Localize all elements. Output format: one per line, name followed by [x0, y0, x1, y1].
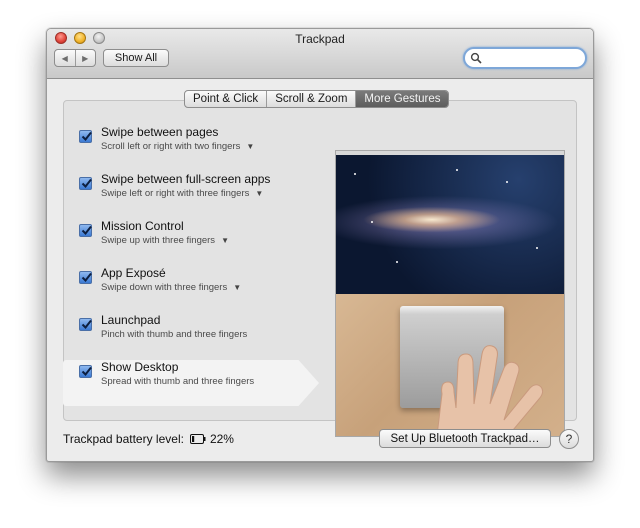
- search-icon: [470, 52, 482, 64]
- checkmark-icon: [81, 319, 92, 330]
- gesture-checkbox[interactable]: [79, 130, 92, 143]
- chevron-down-icon: ▼: [221, 236, 229, 245]
- forward-arrow-icon: ▶: [82, 53, 89, 63]
- gesture-title: Show Desktop: [101, 360, 179, 374]
- gesture-option-popup[interactable]: Swipe up with three fingers ▼: [101, 235, 229, 246]
- gesture-checkbox[interactable]: [79, 318, 92, 331]
- checkmark-icon: [81, 272, 92, 283]
- gesture-title: Mission Control: [101, 219, 184, 233]
- gesture-option-popup[interactable]: Swipe left or right with three fingers ▼: [101, 188, 263, 199]
- desktop-preview-image: [336, 151, 564, 294]
- battery-percent: 22%: [209, 432, 234, 446]
- show-all-button[interactable]: Show All: [103, 49, 169, 67]
- search-field[interactable]: [463, 47, 587, 69]
- gesture-checkbox[interactable]: [79, 224, 92, 237]
- gesture-option-popup[interactable]: Scroll left or right with two fingers ▼: [101, 141, 254, 152]
- setup-bluetooth-trackpad-button[interactable]: Set Up Bluetooth Trackpad…: [379, 429, 551, 448]
- gesture-launchpad[interactable]: Launchpad Pinch with thumb and three fin…: [73, 311, 343, 357]
- gesture-show-desktop[interactable]: Show Desktop Spread with thumb and three…: [63, 358, 343, 406]
- gesture-preview-video: [335, 150, 565, 437]
- checkmark-icon: [81, 131, 92, 142]
- gesture-title: Swipe between full-screen apps: [101, 172, 271, 186]
- tab-scroll-zoom[interactable]: Scroll & Zoom: [266, 91, 355, 107]
- chevron-down-icon: ▼: [246, 142, 255, 151]
- chevron-down-icon: ▼: [233, 283, 242, 292]
- gesture-title: App Exposé: [101, 266, 166, 280]
- gesture-checkbox[interactable]: [79, 177, 92, 190]
- battery-label: Trackpad battery level:: [63, 432, 184, 446]
- checkmark-icon: [81, 178, 92, 189]
- gesture-subtitle: Scroll left or right with two fingers: [101, 141, 241, 152]
- search-input[interactable]: [484, 50, 580, 66]
- preview-menubar: [336, 151, 564, 155]
- gesture-title: Launchpad: [101, 313, 161, 327]
- preferences-window: Trackpad ◀ ▶ Show All Point & Click Scro…: [46, 28, 594, 462]
- gesture-swipe-between-pages[interactable]: Swipe between pages Scroll left or right…: [73, 123, 343, 169]
- trackpad-preview-image: [336, 294, 564, 436]
- gesture-checkbox[interactable]: [79, 365, 92, 378]
- back-forward-group: ◀ ▶: [54, 49, 96, 67]
- gesture-subtitle: Swipe up with three fingers: [101, 235, 216, 246]
- tab-bar: Point & Click Scroll & Zoom More Gesture…: [184, 90, 450, 108]
- gesture-mission-control[interactable]: Mission Control Swipe up with three fing…: [73, 217, 343, 263]
- help-button[interactable]: ?: [559, 429, 579, 449]
- tab-point-click[interactable]: Point & Click: [185, 91, 266, 107]
- gesture-app-expose[interactable]: App Exposé Swipe down with three fingers…: [73, 264, 343, 310]
- gesture-option-popup[interactable]: Swipe down with three fingers ▼: [101, 282, 241, 293]
- back-arrow-icon: ◀: [61, 53, 68, 63]
- window-title: Trackpad: [295, 32, 345, 46]
- battery-icon: [189, 434, 206, 444]
- tab-more-gestures[interactable]: More Gestures: [355, 91, 449, 107]
- gesture-title: Swipe between pages: [101, 125, 219, 139]
- battery-status: Trackpad battery level: 22%: [63, 432, 234, 446]
- title-bar: Trackpad ◀ ▶ Show All: [47, 29, 593, 79]
- gesture-checkbox[interactable]: [79, 271, 92, 284]
- gesture-subtitle: Pinch with thumb and three fingers: [101, 329, 248, 340]
- back-button[interactable]: ◀: [55, 50, 75, 66]
- hand-icon: [436, 345, 544, 436]
- chevron-down-icon: ▼: [255, 189, 264, 198]
- content-area: Point & Click Scroll & Zoom More Gesture…: [47, 80, 593, 461]
- checkmark-icon: [81, 366, 92, 377]
- gesture-subtitle: Swipe down with three fingers: [101, 282, 228, 293]
- gesture-subtitle: Spread with thumb and three fingers: [101, 376, 255, 387]
- checkmark-icon: [81, 225, 92, 236]
- gesture-subtitle: Swipe left or right with three fingers: [101, 188, 250, 199]
- forward-button[interactable]: ▶: [74, 50, 96, 66]
- gesture-swipe-between-full-screen-apps[interactable]: Swipe between full-screen apps Swipe lef…: [73, 170, 343, 216]
